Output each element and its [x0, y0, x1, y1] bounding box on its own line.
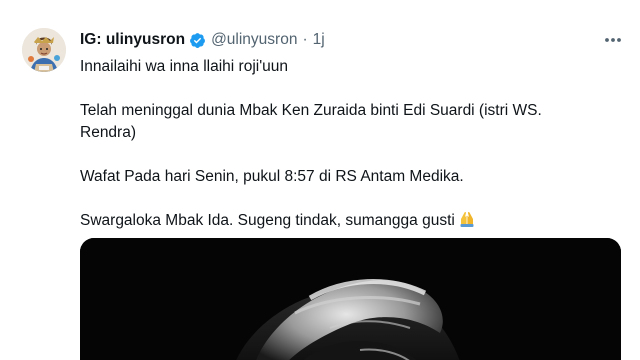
photo-black-white-portrait — [80, 238, 621, 360]
tweet-header: IG: ulinyusron @ulinyusron · 1j — [80, 31, 325, 49]
avatar-illustration — [22, 28, 66, 72]
tweet-photo[interactable] — [80, 238, 621, 360]
tweet-paragraph: Telah meninggal dunia Mbak Ken Zuraida b… — [80, 102, 542, 141]
user-handle[interactable]: @ulinyusron — [211, 31, 297, 49]
avatar[interactable] — [22, 28, 66, 72]
tweet-paragraph-text: Swargaloka Mbak Ida. Sugeng tindak, suma… — [80, 212, 455, 229]
tweet-paragraph: Wafat Pada hari Senin, pukul 8:57 di RS … — [80, 168, 464, 185]
folded-hands-emoji — [458, 210, 476, 228]
tweet-timestamp[interactable]: 1j — [313, 31, 325, 49]
display-name[interactable]: IG: ulinyusron — [80, 31, 185, 49]
tweet-card[interactable]: IG: ulinyusron @ulinyusron · 1j Innailai… — [0, 0, 640, 360]
tweet-text: Innailaihi wa inna llaihi roji'uun Telah… — [80, 56, 600, 232]
verified-badge-icon — [189, 32, 206, 49]
tweet-paragraph-last: Swargaloka Mbak Ida. Sugeng tindak, suma… — [80, 210, 600, 232]
more-options-button[interactable] — [602, 30, 624, 50]
tweet-paragraph: Innailaihi wa inna llaihi roji'uun — [80, 58, 289, 75]
header-separator: · — [302, 31, 308, 48]
more-options-icon — [605, 38, 621, 42]
